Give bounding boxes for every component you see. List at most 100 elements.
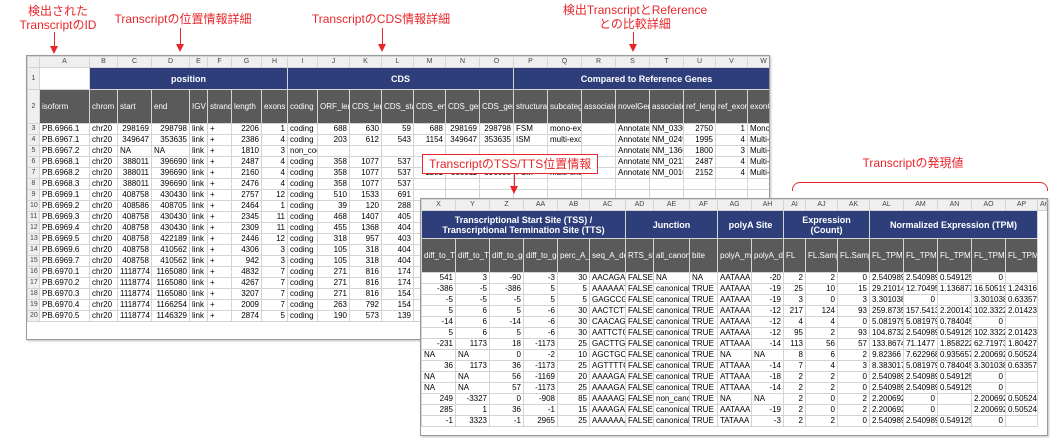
table-cell[interactable]: chr20 xyxy=(89,189,118,201)
table-cell[interactable]: 288 xyxy=(381,200,414,212)
table-cell[interactable]: 408758 xyxy=(117,255,152,267)
table-cell[interactable]: FALSE xyxy=(625,349,654,361)
row-number[interactable]: 17 xyxy=(27,277,40,289)
table-cell[interactable]: NA xyxy=(421,349,456,361)
table-cell[interactable]: coding xyxy=(287,200,318,212)
row-number[interactable]: 16 xyxy=(27,266,40,278)
table-cell[interactable]: 396690 xyxy=(151,178,190,190)
table-cell[interactable]: 0.549125 xyxy=(937,415,972,427)
table-cell[interactable] xyxy=(479,178,514,190)
table-cell[interactable]: 2.200692 xyxy=(869,393,904,405)
table-cell[interactable]: TRUE xyxy=(689,327,718,339)
column-letter[interactable]: AF xyxy=(689,199,718,211)
table-cell[interactable]: Annotated xyxy=(615,145,650,157)
column-letter[interactable]: D xyxy=(151,56,190,68)
table-cell[interactable]: 2 xyxy=(805,327,838,339)
row-number[interactable]: 2 xyxy=(27,89,40,124)
table-cell[interactable]: canonical xyxy=(653,294,690,306)
table-cell[interactable]: coding xyxy=(287,189,318,201)
table-cell[interactable]: 5 xyxy=(421,327,456,339)
table-cell[interactable]: 408758 xyxy=(117,189,152,201)
table-cell[interactable]: Annotated xyxy=(615,123,650,135)
table-cell[interactable]: -1173 xyxy=(523,382,558,394)
table-cell[interactable] xyxy=(317,145,350,157)
table-cell[interactable]: 133.8674 xyxy=(869,338,904,350)
table-cell[interactable]: -19 xyxy=(751,283,784,295)
table-cell[interactable] xyxy=(381,145,414,157)
table-cell[interactable]: -14 xyxy=(751,382,784,394)
table-cell[interactable]: chr20 xyxy=(89,134,118,146)
table-cell[interactable] xyxy=(649,178,684,190)
table-cell[interactable]: 0 xyxy=(489,349,524,361)
table-cell[interactable]: 25 xyxy=(557,338,590,350)
table-cell[interactable]: coding xyxy=(287,299,318,311)
table-cell[interactable]: PB.6969.5 xyxy=(39,233,90,245)
table-cell[interactable]: link xyxy=(189,310,208,322)
table-cell[interactable]: 0 xyxy=(837,316,870,328)
column-header[interactable]: start xyxy=(117,89,152,124)
table-cell[interactable]: 4 xyxy=(805,316,838,328)
table-cell[interactable]: 4267 xyxy=(231,277,262,289)
table-cell[interactable]: canonical xyxy=(653,316,690,328)
table-cell[interactable]: 3 xyxy=(715,145,748,157)
table-cell[interactable]: AATAAA xyxy=(717,327,752,339)
column-header[interactable]: ref_length xyxy=(683,89,716,124)
table-cell[interactable]: 249 xyxy=(421,393,456,405)
table-cell[interactable]: 318 xyxy=(349,244,382,256)
table-cell[interactable]: canonical xyxy=(653,382,690,394)
table-cell[interactable]: 2.540989 xyxy=(869,382,904,394)
table-cell[interactable]: 537 xyxy=(381,156,414,168)
table-cell[interactable]: 259.8735 xyxy=(869,305,904,317)
table-cell[interactable]: chr20 xyxy=(89,266,118,278)
table-cell[interactable]: 2446 xyxy=(231,233,262,245)
table-cell[interactable]: 2009 xyxy=(231,299,262,311)
table-cell[interactable]: AAAAAAT xyxy=(589,283,626,295)
table-cell[interactable]: AAAAGAA xyxy=(589,382,626,394)
table-cell[interactable]: 10 xyxy=(557,349,590,361)
table-cell[interactable]: 358 xyxy=(317,167,350,179)
table-cell[interactable]: 271 xyxy=(317,288,350,300)
column-letter[interactable]: E xyxy=(189,56,208,68)
table-cell[interactable]: -231 xyxy=(421,338,456,350)
column-letter[interactable]: S xyxy=(615,56,650,68)
table-cell[interactable]: -14 xyxy=(421,316,456,328)
table-cell[interactable]: TRUE xyxy=(689,283,718,295)
table-cell[interactable]: 1077 xyxy=(349,178,382,190)
group-header[interactable]: CDS xyxy=(287,67,514,90)
table-cell[interactable]: 15 xyxy=(837,283,870,295)
table-cell[interactable]: 688 xyxy=(317,123,350,135)
table-cell[interactable]: NA xyxy=(151,145,190,157)
table-cell[interactable]: 71.1477 xyxy=(903,338,938,350)
table-cell[interactable]: 388011 xyxy=(117,167,152,179)
table-cell[interactable]: + xyxy=(207,288,232,300)
table-cell[interactable]: 408758 xyxy=(117,211,152,223)
table-cell[interactable]: 5 xyxy=(489,327,524,339)
table-cell[interactable]: 30 xyxy=(557,272,590,284)
column-letter[interactable]: AG xyxy=(717,199,752,211)
table-cell[interactable]: 7 xyxy=(261,299,288,311)
column-letter[interactable]: A xyxy=(39,56,90,68)
table-cell[interactable]: coding xyxy=(287,167,318,179)
table-cell[interactable]: 30 xyxy=(557,327,590,339)
table-cell[interactable]: -90 xyxy=(489,272,524,284)
column-header[interactable]: FL_TPM xyxy=(869,238,904,273)
table-cell[interactable]: 2152 xyxy=(683,167,716,179)
column-header[interactable]: IGV xyxy=(189,89,208,124)
table-cell[interactable]: PB.6969.6 xyxy=(39,244,90,256)
table-cell[interactable]: AACAGAG xyxy=(589,272,626,284)
table-cell[interactable]: 30 xyxy=(557,316,590,328)
row-number[interactable]: 14 xyxy=(27,244,40,256)
table-cell[interactable]: 1.243167 xyxy=(1005,283,1038,295)
table-cell[interactable]: 5 xyxy=(523,294,558,306)
table-cell[interactable]: 0.505244 xyxy=(1005,393,1038,405)
table-cell[interactable]: 217 xyxy=(783,305,806,317)
table-cell[interactable]: 388011 xyxy=(117,178,152,190)
table-cell[interactable]: + xyxy=(207,310,232,322)
table-cell[interactable]: 404 xyxy=(381,255,414,267)
table-cell[interactable]: FALSE xyxy=(625,338,654,350)
group-header[interactable]: polyA Site xyxy=(717,210,784,239)
column-letter[interactable]: AL xyxy=(869,199,904,211)
table-cell[interactable]: 4 xyxy=(261,178,288,190)
column-header[interactable]: FL.SampleA xyxy=(805,238,838,273)
column-letter[interactable]: AK xyxy=(837,199,870,211)
